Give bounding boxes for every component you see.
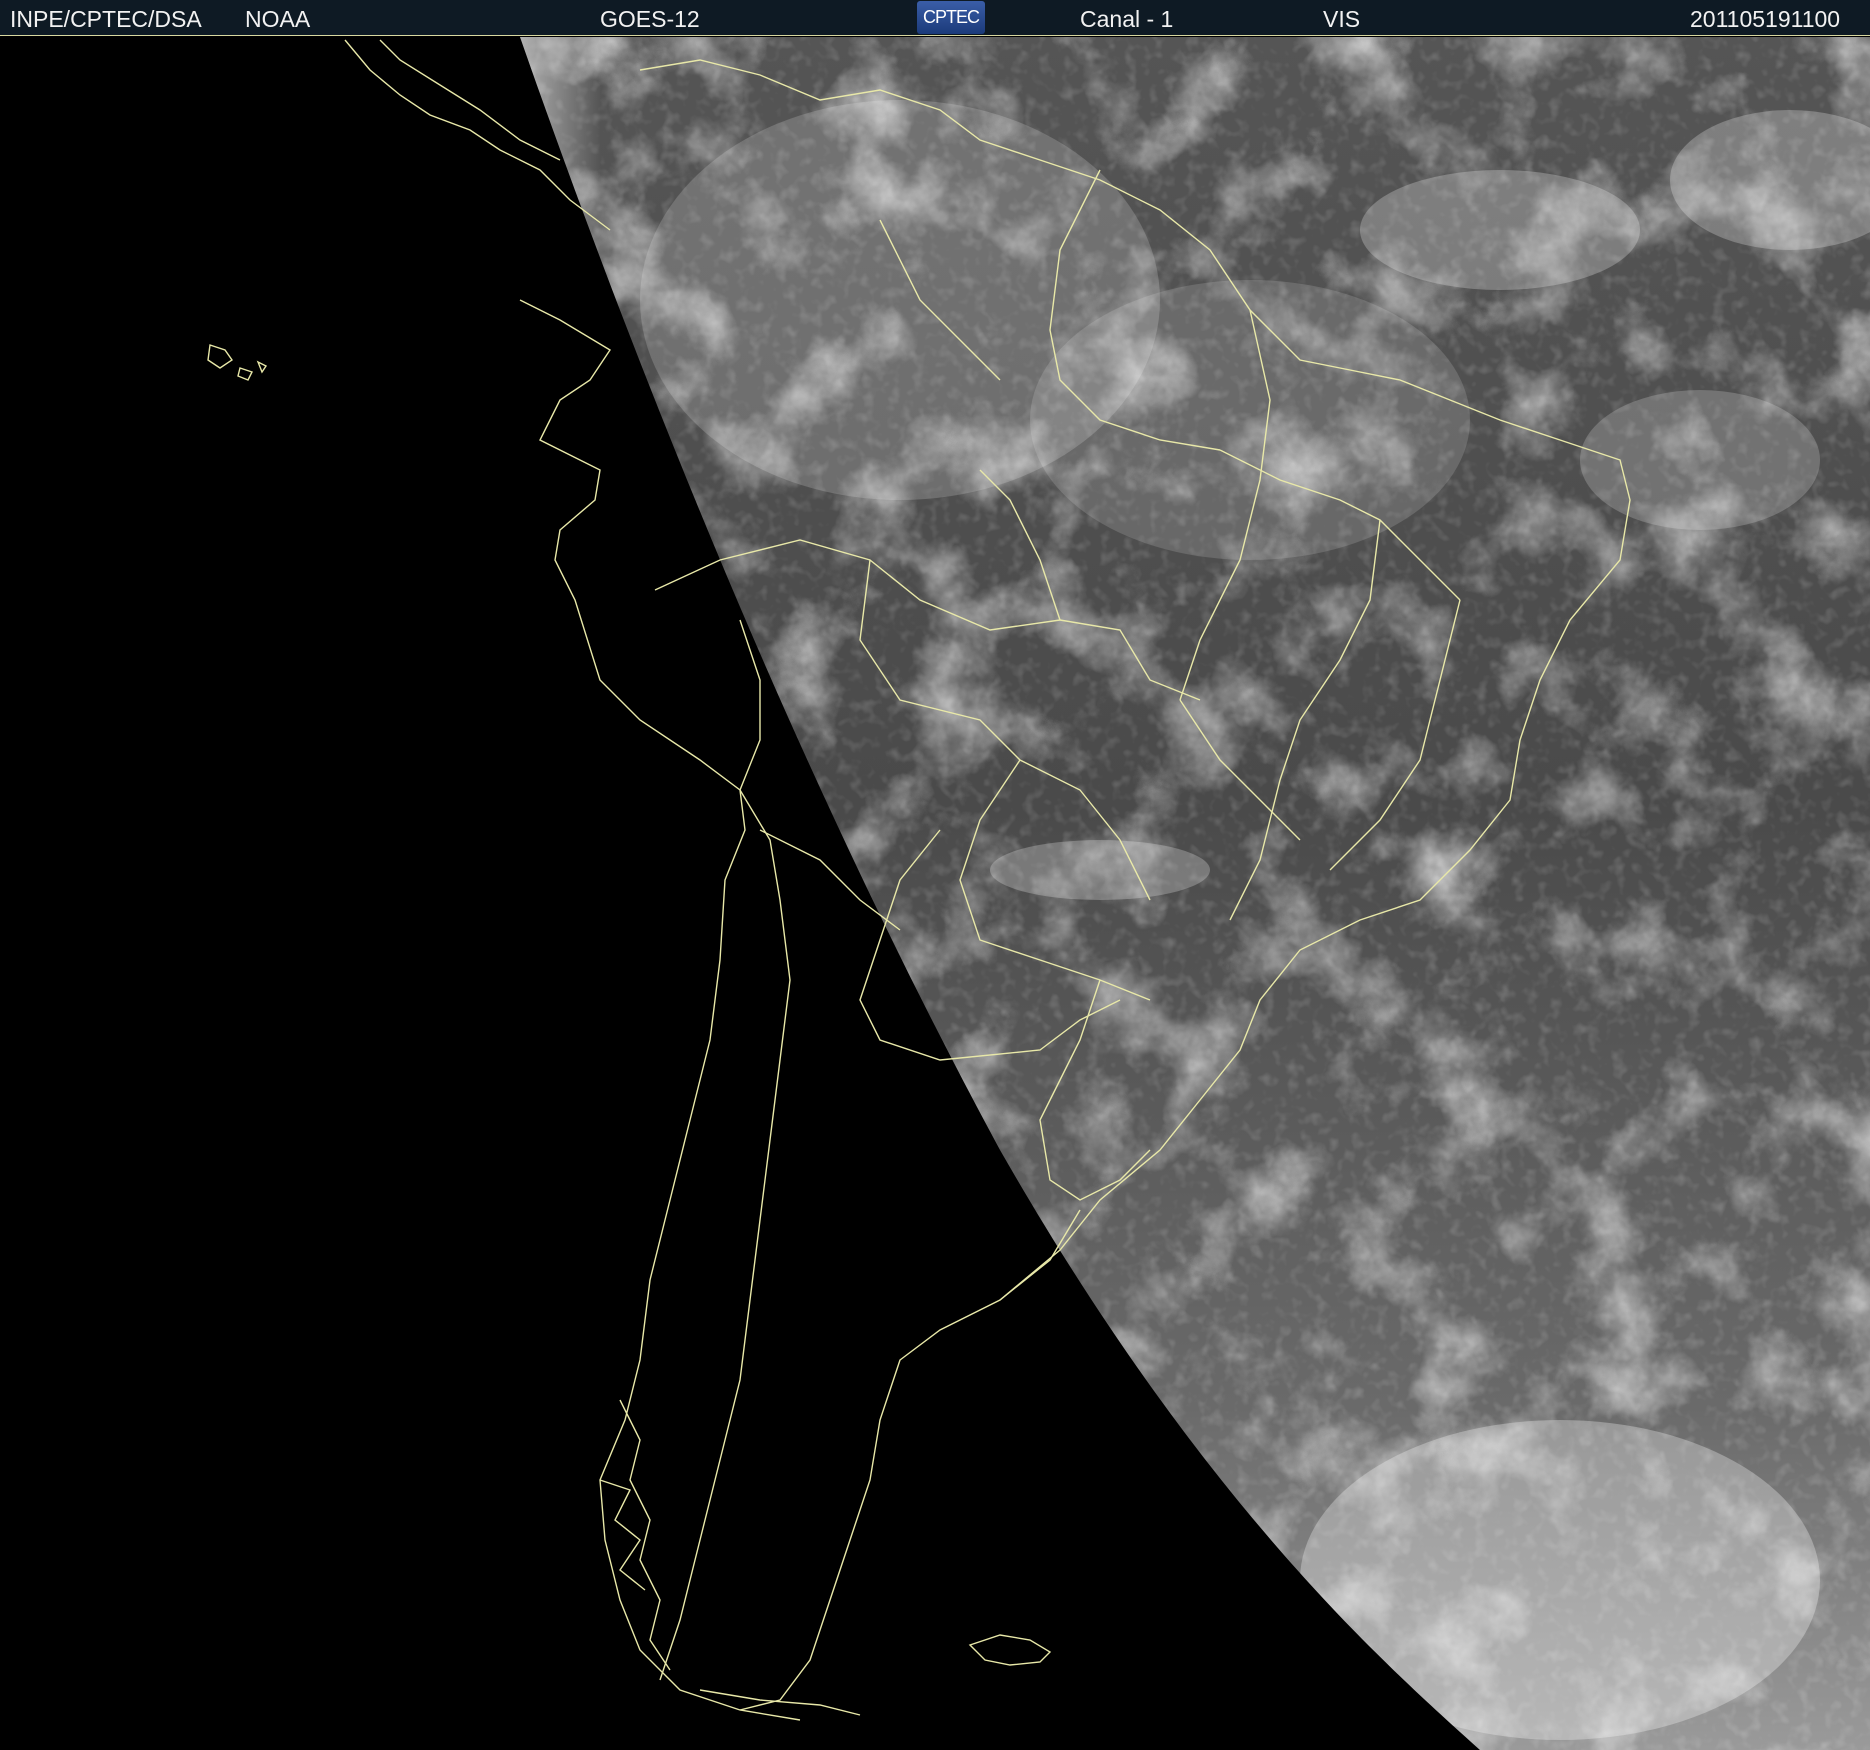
satellite-label: GOES-12 [600, 6, 700, 32]
band-label: VIS [1323, 6, 1361, 32]
galapagos-islands [207, 344, 268, 381]
earth-disk [520, 37, 1870, 1750]
operator-label: NOAA [245, 6, 311, 32]
agency-label: INPE/CPTEC/DSA [10, 6, 202, 32]
satellite-image [207, 37, 1870, 1750]
channel-label: Canal - 1 [1080, 6, 1174, 32]
logo-text: CPTEC [922, 7, 980, 27]
image-header-bar: INPE/CPTEC/DSA NOAA GOES-12 CPTEC Canal … [0, 0, 1870, 36]
timestamp-label: 201105191100 [1690, 6, 1841, 32]
cptec-logo: CPTEC [917, 1, 985, 34]
falkland-islands [968, 1634, 1052, 1666]
